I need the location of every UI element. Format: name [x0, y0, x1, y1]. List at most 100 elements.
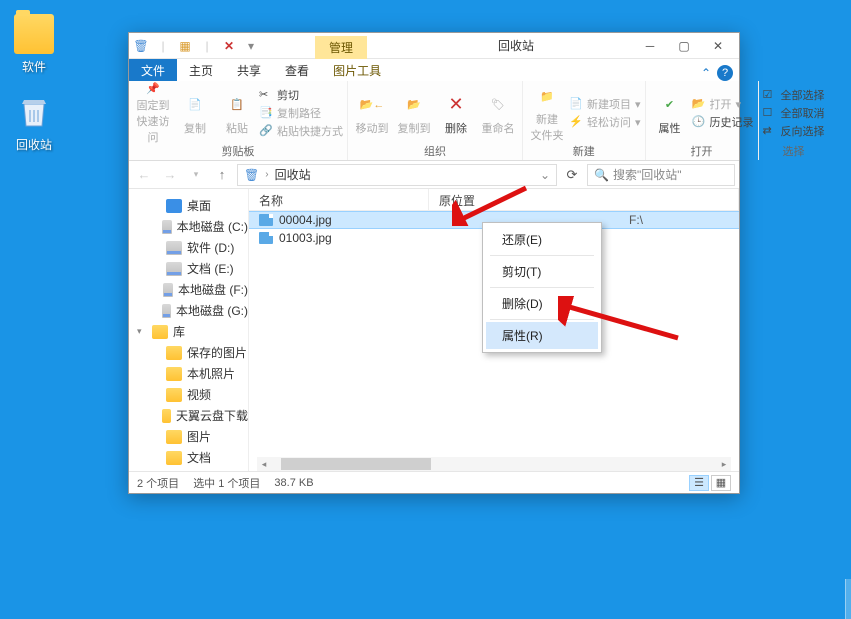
sidebar-item[interactable]: 本地磁盘 (G:)	[129, 300, 248, 321]
window-title: 回收站	[498, 39, 534, 53]
delete-button[interactable]: ✕ 删除	[436, 83, 476, 143]
drive-icon	[166, 241, 182, 255]
drive-icon	[162, 220, 172, 234]
desktop-icon-label: 软件	[4, 58, 64, 75]
ctx-properties[interactable]: 属性(R)	[486, 322, 598, 349]
close-button[interactable]: ✕	[701, 33, 735, 59]
desktop-icon-recycle-bin[interactable]: 回收站	[4, 92, 64, 153]
move-to-button[interactable]: 📂← 移动到	[352, 83, 392, 143]
rename-icon: 🏷	[484, 90, 512, 118]
tab-share[interactable]: 共享	[225, 59, 273, 81]
horizontal-scrollbar[interactable]: ◂ ▸	[257, 457, 731, 471]
back-button[interactable]: ←	[133, 164, 155, 186]
tab-picture-tools[interactable]: 图片工具	[321, 59, 393, 81]
caret-icon: ▾	[137, 326, 147, 337]
chevron-down-icon[interactable]: ⌄	[540, 168, 550, 182]
ctx-restore[interactable]: 还原(E)	[486, 226, 598, 253]
drive-icon	[163, 283, 173, 297]
monitor-icon	[166, 199, 182, 213]
new-folder-button[interactable]: 📁 新建 文件夹	[527, 83, 567, 143]
help-icon[interactable]: ?	[717, 65, 733, 81]
properties-button[interactable]: ✔ 属性	[650, 83, 690, 143]
tab-file[interactable]: 文件	[129, 59, 177, 81]
shortcut-icon: 🔗	[259, 124, 273, 138]
collapse-ribbon-icon[interactable]: ⌃	[701, 66, 711, 80]
tab-home[interactable]: 主页	[177, 59, 225, 81]
column-name[interactable]: 名称	[249, 189, 429, 210]
sidebar-item[interactable]: 桌面	[129, 195, 248, 216]
sidebar-item[interactable]: 本地磁盘 (C:)	[129, 216, 248, 237]
paste-shortcut-button[interactable]: 🔗粘贴快捷方式	[259, 123, 343, 139]
folder-icon	[166, 388, 182, 402]
details-view-button[interactable]: ☰	[689, 475, 709, 491]
chevron-down-icon[interactable]: ▾	[243, 38, 259, 54]
pin-to-quick-access-button[interactable]: 📌 固定到 快速访问	[133, 83, 173, 143]
ribbon-collapse-area: ⌃ ?	[701, 65, 739, 81]
refresh-button[interactable]: ⟳	[561, 167, 583, 183]
tab-view[interactable]: 查看	[273, 59, 321, 81]
easy-access-button[interactable]: ⚡轻松访问 ▾	[569, 114, 641, 130]
select-all-button[interactable]: ☑全部选择	[763, 87, 825, 103]
cut-icon: ✂	[259, 88, 273, 102]
open-icon: 📂	[692, 97, 706, 111]
column-original-location[interactable]: 原位置	[429, 189, 739, 210]
paste-button[interactable]: 📋 粘贴	[217, 83, 257, 143]
body: 桌面本地磁盘 (C:)软件 (D:)文档 (E:)本地磁盘 (F:)本地磁盘 (…	[129, 189, 739, 471]
sidebar-item[interactable]: 图片	[129, 426, 248, 447]
sidebar-item[interactable]: 保存的图片	[129, 342, 248, 363]
search-placeholder: 搜索"回收站"	[613, 166, 682, 183]
qat-separator: |	[155, 38, 171, 54]
sidebar-item[interactable]: 软件 (D:)	[129, 237, 248, 258]
history-button[interactable]: 🕒历史记录	[692, 114, 754, 130]
maximize-button[interactable]: ▢	[667, 33, 701, 59]
sidebar-item[interactable]: 文档 (E:)	[129, 258, 248, 279]
context-menu: 还原(E) 剪切(T) 删除(D) 属性(R)	[482, 222, 602, 353]
scroll-right-icon[interactable]: ▸	[717, 457, 731, 471]
history-icon: 🕒	[692, 115, 706, 129]
path-icon: 📑	[259, 106, 273, 120]
select-all-icon: ☑	[763, 88, 777, 102]
sidebar-item-label: 视频	[187, 386, 211, 403]
cut-button[interactable]: ✂剪切	[259, 87, 343, 103]
search-input[interactable]: 🔍 搜索"回收站"	[587, 164, 735, 186]
sidebar-item-label: 天翼云盘下载	[176, 407, 248, 424]
sidebar-item[interactable]: 本机照片	[129, 363, 248, 384]
up-button[interactable]: ↑	[211, 164, 233, 186]
sidebar-item[interactable]: 本地磁盘 (F:)	[129, 279, 248, 300]
ribbon: 📌 固定到 快速访问 📄 复制 📋 粘贴 ✂剪切 📑复制路径 🔗粘贴快捷方式	[129, 81, 739, 161]
select-none-button[interactable]: ☐全部取消	[763, 105, 825, 121]
delete-icon[interactable]: ✕	[221, 38, 237, 54]
status-size: 38.7 KB	[274, 477, 313, 489]
sidebar-item[interactable]: 视频	[129, 384, 248, 405]
forward-button[interactable]: →	[159, 164, 181, 186]
thumbnails-view-button[interactable]: ▦	[711, 475, 731, 491]
properties-icon[interactable]: ▦	[177, 38, 193, 54]
recent-locations-button[interactable]: ▾	[185, 164, 207, 186]
sidebar-item[interactable]: 天翼云盘下载	[129, 405, 248, 426]
sidebar-item[interactable]: 文档	[129, 447, 248, 468]
desktop-icon-software[interactable]: 软件	[4, 14, 64, 75]
show-desktop-button[interactable]	[845, 579, 851, 619]
explorer-window: 🗑 | ▦ | ✕ ▾ 管理 回收站 ─ ▢ ✕ 文件 主页 共享 查看 图片工…	[128, 32, 740, 494]
ribbon-tabs: 文件 主页 共享 查看 图片工具 ⌃ ?	[129, 59, 739, 81]
scroll-thumb[interactable]	[281, 458, 431, 470]
group-label-organize: 组织	[352, 143, 518, 161]
copy-path-button[interactable]: 📑复制路径	[259, 105, 343, 121]
scroll-left-icon[interactable]: ◂	[257, 457, 271, 471]
ctx-cut[interactable]: 剪切(T)	[486, 258, 598, 285]
sidebar-item[interactable]: ▾库	[129, 321, 248, 342]
invert-selection-button[interactable]: ⇄反向选择	[763, 123, 825, 139]
copy-button[interactable]: 📄 复制	[175, 83, 215, 143]
sidebar-item-label: 保存的图片	[187, 344, 247, 361]
ctx-delete[interactable]: 删除(D)	[486, 290, 598, 317]
sidebar-item-label: 库	[173, 323, 185, 340]
new-item-button[interactable]: 📄新建项目 ▾	[569, 96, 641, 112]
breadcrumb[interactable]: 🗑 › 回收站 ⌄	[237, 164, 557, 186]
easy-access-icon: ⚡	[569, 115, 583, 129]
copy-to-button[interactable]: 📂 复制到	[394, 83, 434, 143]
sidebar-item[interactable]: 音乐	[129, 468, 248, 471]
minimize-button[interactable]: ─	[633, 33, 667, 59]
rename-button[interactable]: 🏷 重命名	[478, 83, 518, 143]
status-bar: 2 个项目 选中 1 个项目 38.7 KB ☰ ▦	[129, 471, 739, 493]
open-button[interactable]: 📂打开 ▾	[692, 96, 754, 112]
